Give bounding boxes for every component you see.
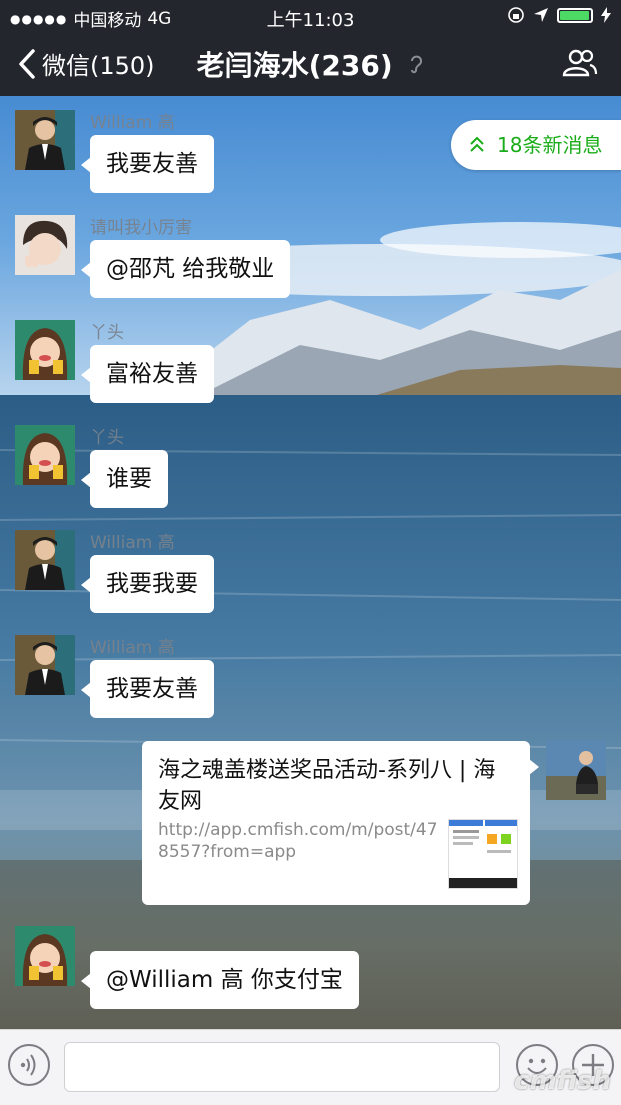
new-messages-label: 18条新消息	[497, 133, 603, 157]
message-bubble[interactable]: 富裕友善	[81, 345, 214, 403]
avatar[interactable]	[15, 425, 75, 485]
sender-name: 丫头	[90, 428, 124, 448]
sender-name: William 高	[90, 533, 175, 553]
status-bar: ●●●●● 中国移动 4G 上午11:03	[0, 0, 621, 32]
avatar[interactable]	[15, 320, 75, 380]
message-bubble[interactable]: 我要我要	[81, 555, 214, 613]
members-icon	[562, 49, 598, 77]
chat-title: 老闫海水(236)	[0, 44, 621, 84]
sender-name: 丫头	[90, 323, 124, 343]
sender-name: William 高	[90, 638, 175, 658]
watermark: cmfish	[514, 1066, 611, 1096]
message-bubble[interactable]: @邵芃 给我敬业	[80, 240, 291, 298]
charging-icon	[601, 7, 611, 23]
my-avatar[interactable]	[546, 740, 606, 800]
location-icon	[534, 8, 548, 22]
avatar[interactable]	[15, 110, 75, 170]
avatar[interactable]	[15, 530, 75, 590]
link-card-url: http://app.cmfish.com/m/post/478557?from…	[158, 820, 438, 862]
voice-button[interactable]	[8, 1044, 50, 1086]
message-bubble[interactable]: @William 高 你支付宝	[81, 951, 359, 1009]
link-card[interactable]: 海之魂盖楼送奖品活动-系列八 | 海友网 http://app.cmfish.c…	[142, 741, 539, 905]
rotation-lock-icon	[508, 7, 524, 23]
link-card-thumbnail	[448, 819, 518, 889]
message-input[interactable]	[64, 1042, 500, 1092]
message-bubble[interactable]: 我要友善	[81, 135, 214, 193]
battery-icon	[557, 7, 593, 23]
avatar[interactable]	[15, 635, 75, 695]
voice-icon	[20, 1054, 36, 1076]
avatar[interactable]	[15, 926, 75, 986]
chat-title-text: 老闫海水(236)	[196, 49, 393, 82]
top-bar: ●●●●● 中国移动 4G 上午11:03 微信(150) 老闫海水(236)	[0, 0, 621, 96]
double-up-icon	[469, 120, 485, 188]
message-bubble[interactable]: 谁要	[81, 450, 168, 508]
link-card-title: 海之魂盖楼送奖品活动-系列八 | 海友网	[158, 758, 496, 814]
avatar[interactable]	[15, 215, 75, 275]
message-bubble[interactable]: 我要友善	[81, 660, 214, 718]
navigation-bar: 微信(150) 老闫海水(236)	[0, 36, 621, 92]
sender-name: 请叫我小厉害	[90, 218, 192, 238]
new-messages-button[interactable]: 18条新消息	[451, 120, 621, 170]
group-members-button[interactable]	[561, 48, 599, 82]
ear-icon	[411, 55, 423, 74]
message-list[interactable]: William 高 我要友善 请叫我小厉害 @邵芃 给我敬业 丫头 富裕友善 丫…	[0, 96, 621, 1029]
sender-name: William 高	[90, 113, 175, 133]
input-bar: cmfish	[0, 1029, 621, 1105]
